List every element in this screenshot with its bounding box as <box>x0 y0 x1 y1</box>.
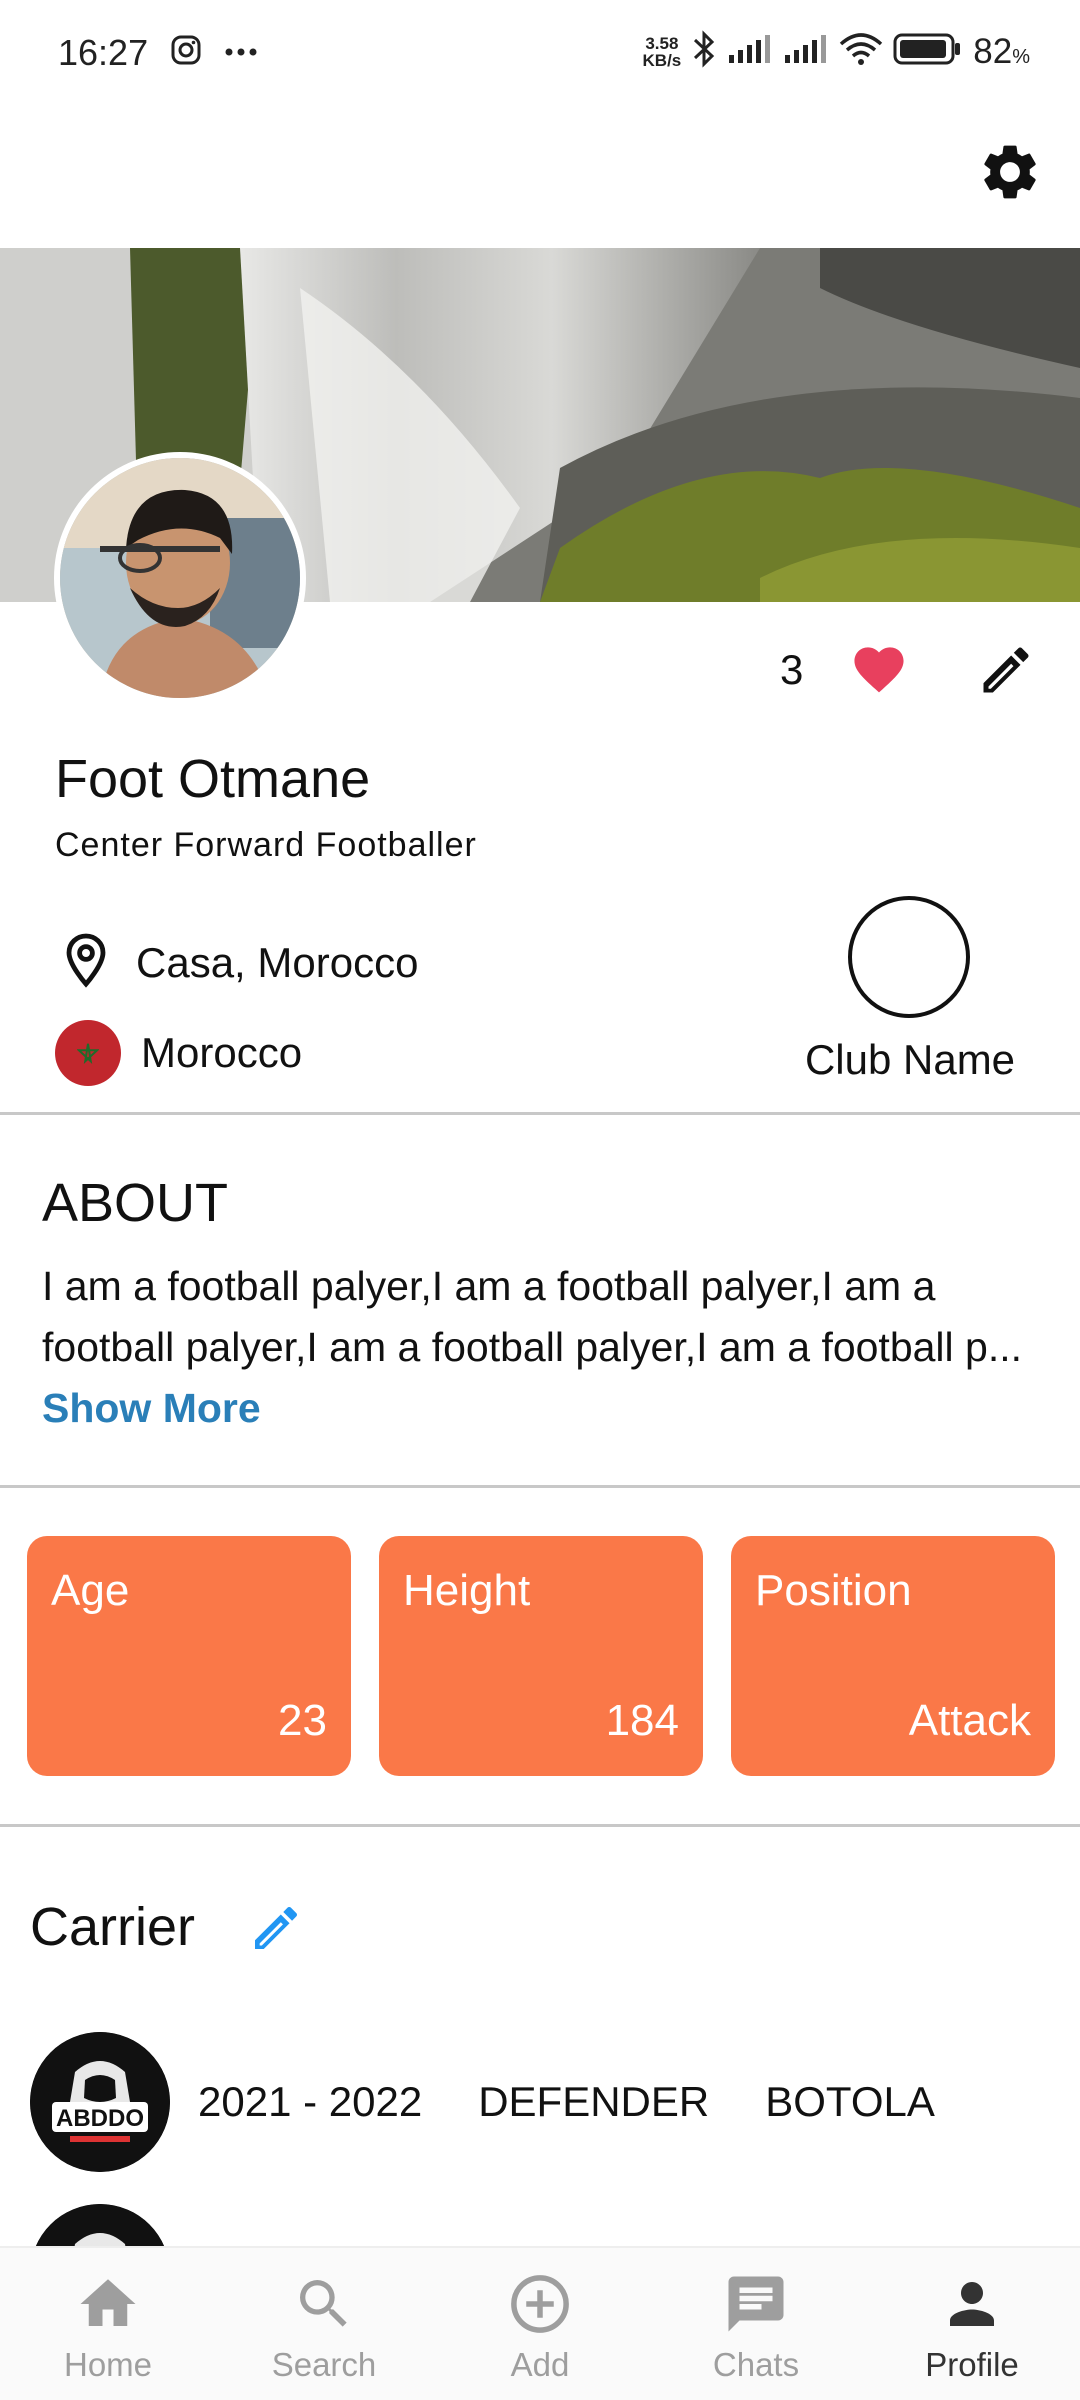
stat-card-height[interactable]: Height 184 <box>379 1536 703 1776</box>
location-pin-icon <box>62 932 110 993</box>
settings-button[interactable] <box>972 134 1048 210</box>
country-text: Morocco <box>141 1029 303 1076</box>
heart-icon[interactable] <box>849 640 909 699</box>
divider <box>0 1485 1080 1488</box>
signal-icon <box>783 33 829 70</box>
profile-subtitle: Center Forward Footballer <box>55 826 477 864</box>
club-badge-text: ABDDO <box>56 2105 144 2132</box>
about-text: I am a football palyer,I am a football p… <box>42 1256 1042 1439</box>
search-icon <box>288 2268 360 2340</box>
divider <box>0 1824 1080 1827</box>
chat-icon <box>720 2268 792 2340</box>
club-logo[interactable] <box>848 896 970 1018</box>
stat-label: Height <box>403 1566 531 1615</box>
divider <box>0 1112 1080 1115</box>
stat-value: Attack <box>908 1696 1031 1745</box>
club-name: Club Name <box>804 1036 1016 1083</box>
net-speed: 3.58 KB/s <box>642 33 682 70</box>
add-circle-icon <box>504 2268 576 2340</box>
pencil-icon <box>255 1906 298 1949</box>
bottom-nav: Home Search Add Chats Profile <box>0 2246 1080 2400</box>
profile-avatar[interactable] <box>54 452 306 704</box>
wifi-icon <box>839 32 883 71</box>
nav-chats[interactable]: Chats <box>648 2248 864 2400</box>
nav-label: Chats <box>712 2346 800 2383</box>
signal-icon <box>727 33 773 70</box>
stat-value: 23 <box>278 1696 327 1745</box>
nav-home[interactable]: Home <box>0 2248 216 2400</box>
person-icon <box>936 2268 1008 2340</box>
club-badge: ABDDO <box>30 2032 170 2172</box>
bluetooth-icon <box>691 30 717 73</box>
career-entry[interactable]: ABDDO 2021 - 2022 DEFENDER BOTOLA <box>30 2032 935 2172</box>
nav-label: Search <box>271 2346 377 2383</box>
likes-count: 3 <box>780 645 804 693</box>
morocco-flag-icon <box>55 1020 121 1086</box>
nav-add[interactable]: Add <box>432 2248 648 2400</box>
nav-search[interactable]: Search <box>216 2248 432 2400</box>
edit-carrier-button[interactable] <box>248 1900 308 1960</box>
career-role: DEFENDER <box>478 2078 710 2125</box>
battery-icon <box>893 32 963 71</box>
nav-label: Profile <box>925 2346 1019 2383</box>
stat-value: 184 <box>605 1696 679 1745</box>
stat-label: Position <box>755 1566 912 1615</box>
career-league: BOTOLA <box>765 2078 935 2125</box>
about-title: ABOUT <box>42 1173 229 1233</box>
about-body: I am a football palyer,I am a football p… <box>42 1263 1023 1370</box>
more-dots-icon <box>224 44 258 62</box>
stats-row: Age 23 Height 184 Position Attack <box>27 1536 1055 1776</box>
status-time: 16:27 <box>58 32 149 73</box>
gear-icon <box>984 145 1036 199</box>
nav-label: Add <box>510 2346 570 2383</box>
nav-label: Home <box>63 2346 153 2383</box>
pencil-icon <box>983 647 1029 693</box>
likes: 3 <box>780 640 909 699</box>
carrier-title: Carrier <box>30 1897 196 1957</box>
stat-label: Age <box>51 1566 130 1615</box>
home-icon <box>72 2268 144 2340</box>
stat-card-age[interactable]: Age 23 <box>27 1536 351 1776</box>
stat-card-position[interactable]: Position Attack <box>731 1536 1055 1776</box>
battery-percent: 82% <box>973 31 1030 71</box>
show-more-link[interactable]: Show More <box>42 1385 261 1431</box>
edit-profile-button[interactable] <box>976 640 1040 704</box>
instagram-icon <box>170 34 202 71</box>
location-row: Casa, Morocco <box>62 932 418 993</box>
location-text: Casa, Morocco <box>136 938 419 986</box>
profile-name: Foot Otmane <box>55 749 371 809</box>
nav-profile[interactable]: Profile <box>864 2248 1080 2400</box>
status-bar: 16:27 3.58 KB/s 82% <box>0 0 1080 105</box>
country-row: Morocco <box>55 1020 302 1086</box>
career-season: 2021 - 2022 <box>198 2078 423 2125</box>
